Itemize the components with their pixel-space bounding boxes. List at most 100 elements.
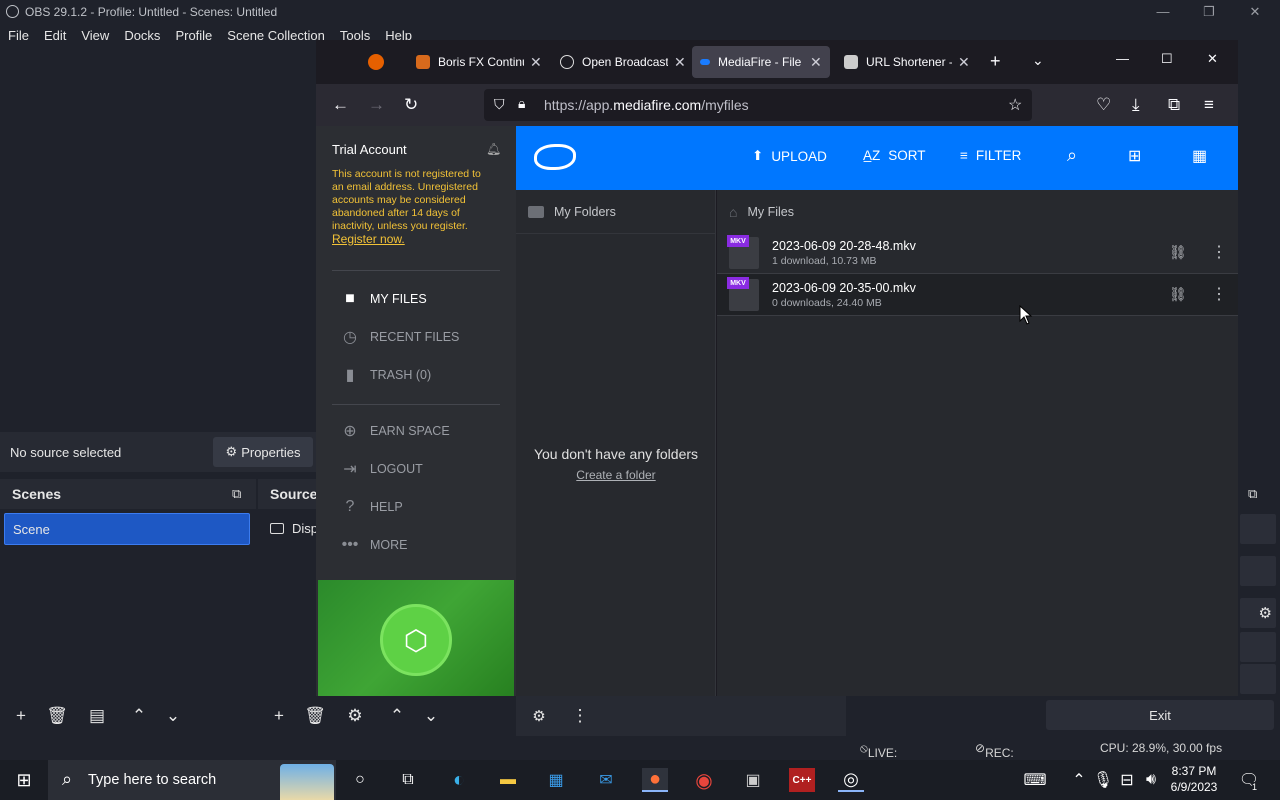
menu-docks[interactable]: Docks (124, 28, 160, 43)
register-link[interactable]: Register now. (332, 232, 405, 246)
add-scene-icon[interactable]: + (6, 703, 36, 729)
back-icon[interactable]: ← (332, 95, 349, 115)
close-icon[interactable]: ✕ (1232, 0, 1278, 23)
list-tabs-icon[interactable]: ⌄ (1032, 52, 1044, 69)
add-source-icon[interactable]: + (264, 703, 294, 729)
minimize-icon[interactable]: — (1116, 51, 1129, 66)
source-settings-icon[interactable]: ⚙ (340, 703, 370, 729)
menu-edit[interactable]: Edit (44, 28, 66, 43)
source-item[interactable]: Disp (270, 521, 316, 536)
link-icon[interactable]: ⛓ (1169, 286, 1187, 303)
menu-scene-collection[interactable]: Scene Collection (227, 28, 325, 43)
close-tab-icon[interactable]: ✕ (530, 54, 542, 71)
downloads-icon[interactable]: ⤓ (1132, 95, 1140, 115)
file-row[interactable]: MKV 2023-06-09 20-28-48.mkv 1 download, … (717, 232, 1238, 274)
source-down-icon[interactable]: ⌄ (416, 703, 446, 729)
file-name[interactable]: 2023-06-09 20-35-00.mkv (772, 281, 916, 295)
task-view-icon[interactable]: ⧉ (395, 768, 421, 792)
search-icon[interactable]: ⌕ (1067, 145, 1077, 166)
mediafire-logo-icon[interactable] (534, 144, 576, 170)
more-options-icon[interactable]: ⋮ (1211, 284, 1227, 304)
nav-trash[interactable]: ▮ TRASH (0) (340, 365, 432, 385)
microphone-icon[interactable]: 🎙︎ (1090, 768, 1116, 792)
control-button[interactable] (1240, 632, 1276, 662)
close-tab-icon[interactable]: ✕ (958, 54, 970, 71)
control-button[interactable] (1240, 664, 1276, 694)
advanced-audio-icon[interactable]: ⚙ (524, 703, 554, 729)
tab-obs[interactable]: Open Broadcaste ✕ (552, 46, 688, 78)
mail-icon[interactable]: ✉ (593, 768, 619, 792)
new-folder-icon[interactable]: ⊞ (1128, 146, 1141, 166)
properties-button[interactable]: ⚙ Properties (213, 437, 313, 467)
shield-icon[interactable]: ⛉ (494, 96, 505, 113)
grid-view-icon[interactable]: ▦ (1192, 146, 1207, 166)
more-options-icon[interactable]: ⋮ (1211, 242, 1227, 262)
obs-taskbar-icon[interactable]: ◎ (838, 768, 864, 792)
source-up-icon[interactable]: ⌃ (382, 703, 412, 729)
move-down-icon[interactable]: ⌄ (158, 703, 188, 729)
mixer-menu-icon[interactable]: ⋮ (565, 703, 595, 729)
exit-button[interactable]: Exit (1046, 700, 1274, 730)
clock[interactable]: 8:37 PM 6/9/2023 (1166, 763, 1222, 795)
settings-button[interactable]: ⚙ (1240, 598, 1276, 628)
restore-icon[interactable]: ❐ (1186, 0, 1232, 23)
tab-mediafire[interactable]: MediaFire - File ✕ (692, 46, 830, 78)
minimize-icon[interactable]: — (1140, 0, 1186, 23)
remove-scene-icon[interactable]: 🗑 (42, 703, 72, 729)
chrome-icon[interactable]: ◉ (691, 768, 717, 792)
link-icon[interactable]: ⛓ (1169, 244, 1187, 261)
url-bar[interactable]: ⛉ 🔒︎ https://app.mediafire.com/myfiles ☆ (484, 89, 1032, 121)
filter-button[interactable]: ≡ FILTER (960, 148, 1021, 163)
windows-start-icon[interactable]: ⊞ (11, 768, 37, 792)
taskbar-search[interactable]: ⌕ Type here to search (48, 760, 336, 800)
close-tab-icon[interactable]: ✕ (810, 54, 822, 71)
file-name[interactable]: 2023-06-09 20-28-48.mkv (772, 239, 916, 253)
store-icon[interactable]: ▦ (543, 768, 569, 792)
cortana-icon[interactable]: ○ (347, 768, 373, 792)
network-icon[interactable]: ⊟ (1114, 768, 1140, 792)
menu-view[interactable]: View (81, 28, 109, 43)
control-button[interactable] (1240, 514, 1276, 544)
keyboard-icon[interactable]: ⌨ (1022, 768, 1048, 792)
reload-icon[interactable]: ↻ (404, 95, 418, 115)
new-tab-icon[interactable]: + (990, 51, 1001, 72)
undock-icon[interactable]: ⧉ (232, 486, 241, 502)
menu-profile[interactable]: Profile (175, 28, 212, 43)
tab-url-shortener[interactable]: URL Shortener - ✕ (836, 46, 972, 78)
forward-icon[interactable]: → (368, 95, 385, 115)
controls-undock-icon[interactable]: ⧉ (1248, 486, 1257, 502)
app-menu-icon[interactable]: ≡ (1204, 95, 1214, 115)
remove-source-icon[interactable]: 🗑 (300, 703, 330, 729)
tray-chevron-icon[interactable]: ⌃ (1066, 768, 1092, 792)
move-up-icon[interactable]: ⌃ (124, 703, 154, 729)
scene-filter-icon[interactable]: ▤ (82, 703, 112, 729)
volume-icon[interactable]: 🔊︎ (1138, 768, 1164, 792)
menu-file[interactable]: File (8, 28, 29, 43)
close-icon[interactable]: ✕ (1207, 51, 1218, 67)
nav-help[interactable]: ? HELP (340, 497, 403, 517)
devcpp-icon[interactable]: C++ (789, 768, 815, 792)
create-folder-link[interactable]: Create a folder (516, 468, 716, 482)
maximize-icon[interactable]: ☐ (1161, 51, 1173, 67)
control-button[interactable] (1240, 556, 1276, 586)
nav-more[interactable]: ••• MORE (340, 535, 408, 555)
edge-icon[interactable]: ◐ (446, 768, 472, 792)
app-window-icon[interactable]: ▣ (740, 768, 766, 792)
notification-icon[interactable]: 🗨︎ (1236, 768, 1262, 792)
nav-recent-files[interactable]: ◷ RECENT FILES (340, 327, 459, 347)
nav-logout[interactable]: ⇥ LOGOUT (340, 459, 423, 479)
tab-boris-fx[interactable]: Boris FX Continu ✕ (408, 46, 544, 78)
nav-my-files[interactable]: ■ MY FILES (340, 289, 427, 309)
file-row[interactable]: MKV 2023-06-09 20-35-00.mkv 0 downloads,… (717, 274, 1238, 316)
pocket-icon[interactable]: ♡ (1096, 95, 1111, 115)
firefox-view-icon[interactable] (368, 54, 384, 70)
bell-icon[interactable]: 🔔︎ (486, 142, 501, 156)
nav-earn-space[interactable]: ⊕ EARN SPACE (340, 421, 449, 441)
upload-button[interactable]: ⬆ UPLOAD (752, 148, 827, 164)
firefox-taskbar-icon[interactable]: ● (642, 768, 668, 792)
sort-button[interactable]: A̲Z SORT (863, 148, 926, 163)
scene-item[interactable]: Scene (4, 513, 250, 545)
extensions-icon[interactable]: ⧉ (1168, 95, 1180, 115)
bookmark-star-icon[interactable]: ☆ (1008, 95, 1022, 115)
file-explorer-icon[interactable]: ▬ (495, 768, 521, 792)
